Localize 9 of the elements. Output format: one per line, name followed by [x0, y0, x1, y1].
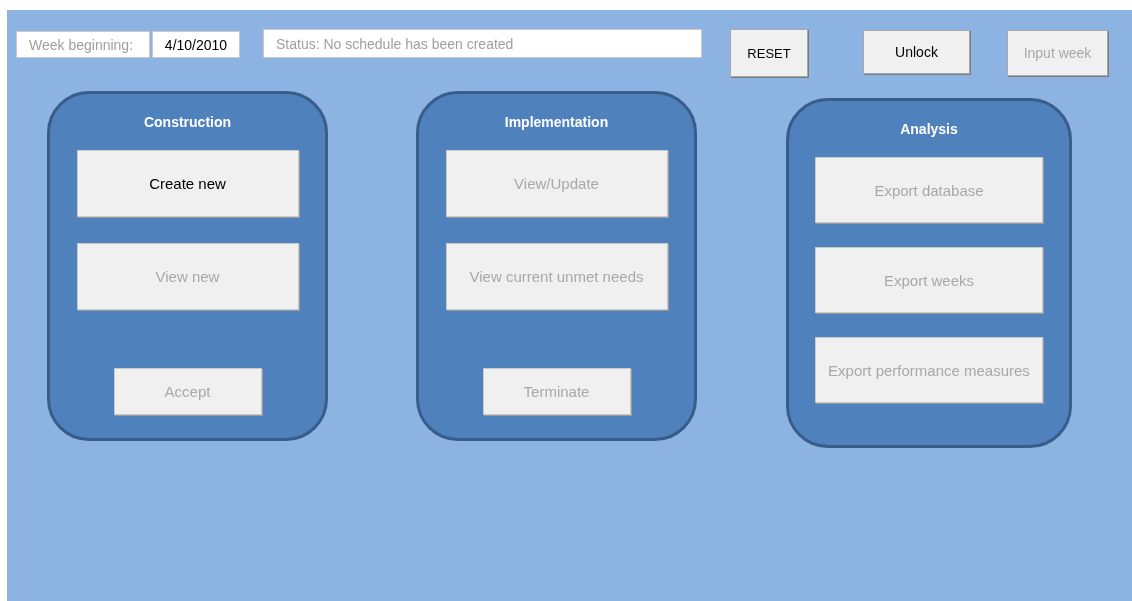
date-field[interactable]: 4/10/2010 — [152, 31, 240, 58]
panel-title: Implementation — [504, 114, 609, 132]
panel-title: Construction — [143, 114, 232, 132]
week-label: Week beginning: — [16, 31, 150, 58]
action-button[interactable]: Create new — [76, 150, 299, 217]
unlock-button[interactable]: Unlock — [863, 30, 970, 74]
status-field: Status: No schedule has been created — [263, 29, 702, 58]
reset-button[interactable]: RESET — [730, 29, 808, 77]
panel-title: Analysis — [900, 121, 958, 139]
